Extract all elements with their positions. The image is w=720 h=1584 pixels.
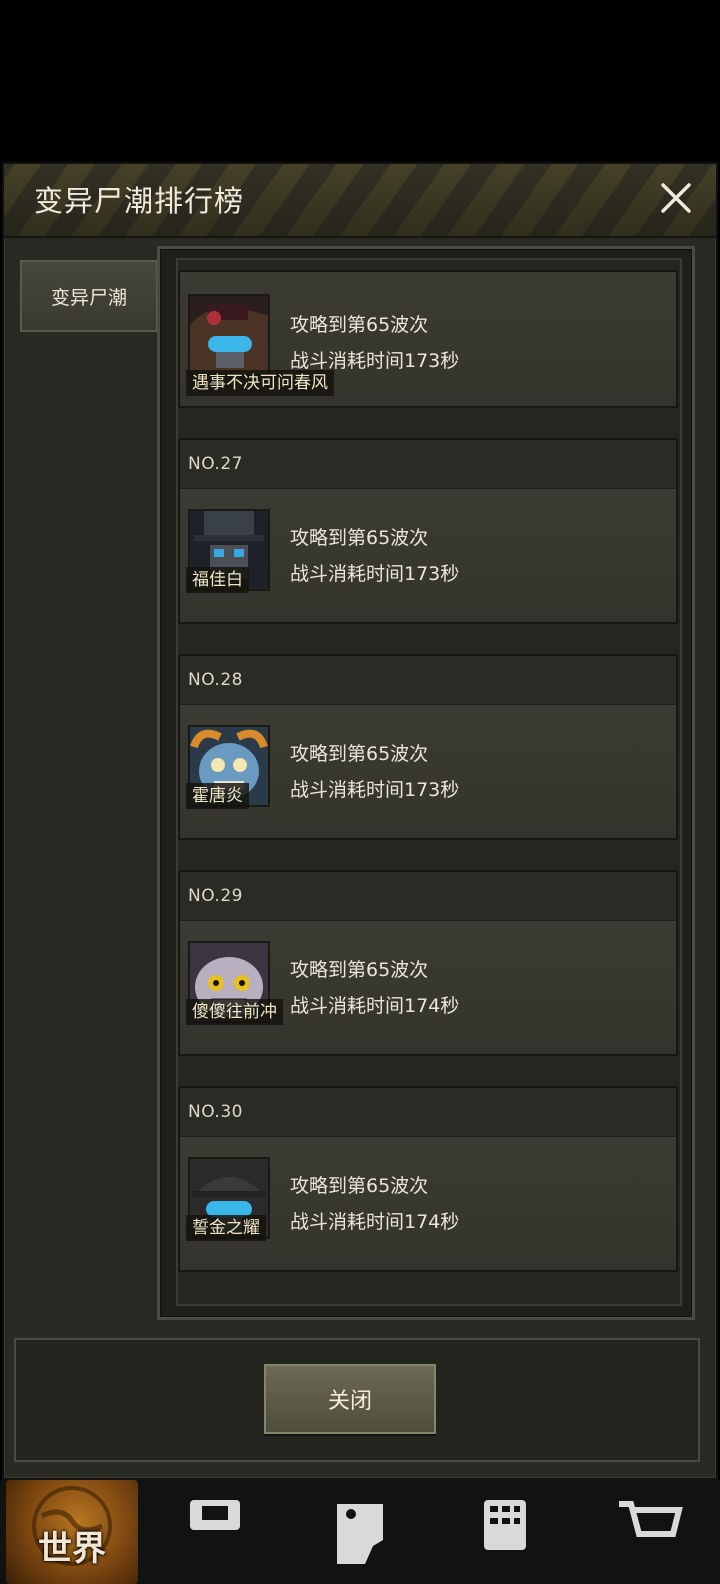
masked-girl-avatar-icon	[190, 296, 268, 374]
list-item[interactable]: 遇事不决可问春风 攻略到第65波次 战斗消耗时间173秒	[178, 270, 678, 408]
rank-label: NO.27	[180, 440, 676, 489]
player-name: 霍唐炎	[186, 783, 249, 809]
rank-label: NO.29	[180, 872, 676, 921]
time-text: 战斗消耗时间173秒	[290, 563, 460, 585]
close-button[interactable]: 关闭	[264, 1364, 436, 1434]
shopping-cart-icon	[619, 1501, 683, 1537]
head-profile-icon	[337, 1504, 383, 1564]
close-icon	[661, 183, 691, 213]
player-name: 福佳白	[186, 567, 249, 593]
rank-label: NO.28	[180, 656, 676, 705]
wave-text: 攻略到第65波次	[290, 1175, 429, 1197]
dialog-title: 变异尸潮排行榜	[34, 184, 245, 218]
nav-phone[interactable]	[435, 1480, 575, 1584]
list-item[interactable]: NO.28 霍唐炎 攻略到第65波次 战斗消耗时间173秒	[178, 654, 678, 840]
list-item[interactable]: NO.27 福佳白 攻略到第65波次 战斗消耗时间173秒	[178, 438, 678, 624]
time-text: 战斗消耗时间174秒	[290, 1211, 460, 1233]
player-name: 誓金之耀	[186, 1215, 266, 1241]
close-x-button[interactable]	[654, 176, 698, 220]
tab-mutant-tide[interactable]: 变异尸潮	[20, 260, 158, 332]
time-text: 战斗消耗时间174秒	[290, 995, 460, 1017]
time-text: 战斗消耗时间173秒	[290, 350, 460, 372]
avatar	[188, 294, 270, 376]
backpack-icon	[190, 1500, 240, 1530]
wave-text: 攻略到第65波次	[290, 959, 429, 981]
player-name: 傻傻往前冲	[186, 999, 283, 1025]
bottom-nav: 世界	[0, 1480, 720, 1584]
nav-backpack[interactable]	[145, 1480, 285, 1584]
nav-world-label: 世界	[38, 1529, 106, 1569]
phone-keypad-icon	[484, 1500, 526, 1550]
list-item[interactable]: NO.30 誓金之耀 攻略到第65波次 战斗消耗时间174秒	[178, 1086, 678, 1272]
player-name: 遇事不决可问春风	[186, 370, 334, 396]
nav-hero[interactable]	[290, 1480, 430, 1584]
list-item[interactable]: NO.29 傻傻往前冲 攻略到第65波次 战斗消耗时间174秒	[178, 870, 678, 1056]
dialog-header: 变异尸潮排行榜	[4, 164, 716, 238]
nav-shop[interactable]	[580, 1480, 720, 1584]
time-text: 战斗消耗时间173秒	[290, 779, 460, 801]
nav-world[interactable]: 世界	[6, 1480, 138, 1584]
wave-text: 攻略到第65波次	[290, 527, 429, 549]
wave-text: 攻略到第65波次	[290, 743, 429, 765]
rank-label: NO.30	[180, 1088, 676, 1137]
wave-text: 攻略到第65波次	[290, 314, 429, 336]
